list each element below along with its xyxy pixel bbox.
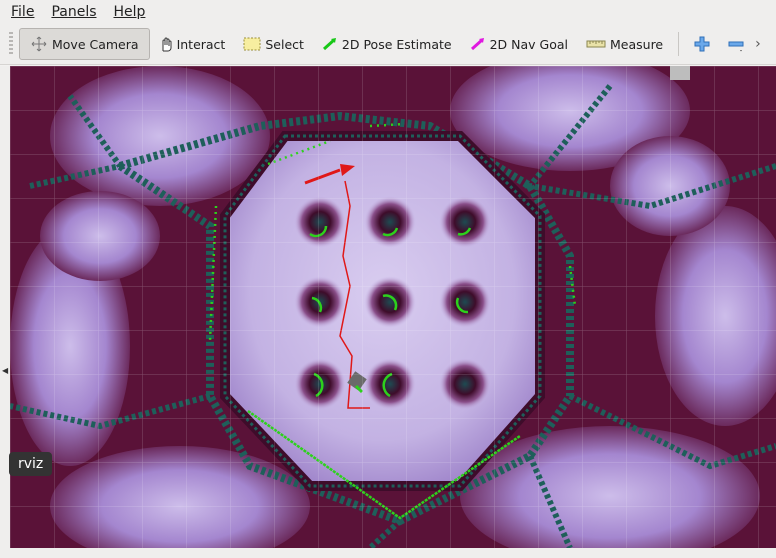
tooltip-rviz: rviz <box>9 452 53 476</box>
pose-estimate-label: 2D Pose Estimate <box>341 36 452 52</box>
zoom-in-button[interactable] <box>685 29 719 59</box>
zoom-in-icon <box>694 36 710 52</box>
tool-toolbar: Move Camera Interact Select 2D Pose Esti… <box>0 24 776 65</box>
menu-panels[interactable]: Panels <box>40 4 102 20</box>
nav-goal-label: 2D Nav Goal <box>489 36 568 52</box>
menu-help[interactable]: Help <box>103 4 152 20</box>
pose-estimate-icon <box>322 38 336 51</box>
select-icon <box>243 37 261 51</box>
zoom-out-icon <box>728 41 744 52</box>
interact-button[interactable]: Interact <box>150 29 235 59</box>
left-panel-collapse-strip[interactable]: ◀ <box>0 66 10 548</box>
render-viewport[interactable] <box>10 66 776 548</box>
measure-label: Measure <box>610 36 664 52</box>
toolbar-grip[interactable] <box>9 32 13 56</box>
select-button[interactable]: Select <box>234 29 313 59</box>
status-bar <box>0 548 776 558</box>
move-camera-button[interactable]: Move Camera <box>19 28 150 60</box>
toolbar-overflow-arrow[interactable]: › <box>755 36 761 52</box>
costmap-render <box>10 66 776 548</box>
select-label: Select <box>265 36 304 52</box>
zoom-out-button[interactable] <box>719 29 753 59</box>
collapse-left-icon[interactable]: ◀ <box>2 366 8 375</box>
nav-goal-button[interactable]: 2D Nav Goal <box>461 29 577 59</box>
menu-file[interactable]: File <box>0 4 40 20</box>
pose-estimate-button[interactable]: 2D Pose Estimate <box>313 29 461 59</box>
measure-button[interactable]: Measure <box>577 29 672 59</box>
toolbar-separator <box>678 32 680 56</box>
menu-bar: File Panels Help <box>0 0 776 24</box>
move-camera-icon <box>31 36 47 52</box>
interact-icon <box>162 37 172 52</box>
move-camera-label: Move Camera <box>52 36 139 52</box>
nav-goal-icon <box>470 38 484 51</box>
interact-label: Interact <box>176 36 226 52</box>
measure-icon <box>586 40 606 48</box>
